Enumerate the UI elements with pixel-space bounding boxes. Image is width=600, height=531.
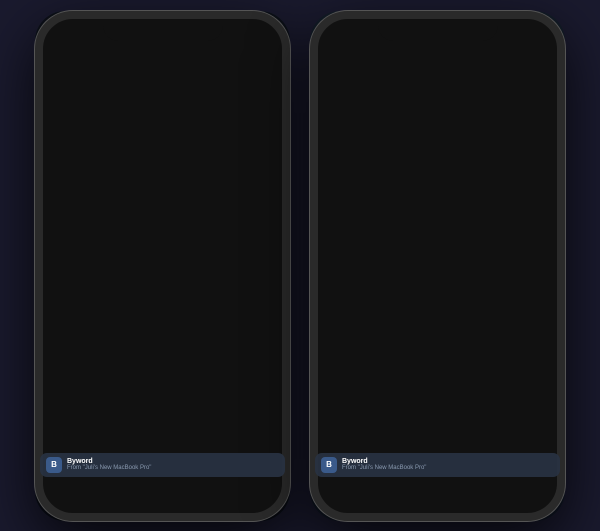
calendar-icon-right bbox=[324, 385, 346, 407]
tab-store-icon-right: 🅰 bbox=[462, 485, 476, 505]
activity-icon-right bbox=[324, 315, 346, 337]
tab-face-gallery-right[interactable]: ◫ Face Gallery bbox=[374, 486, 438, 512]
byword-title-right: Byword bbox=[342, 458, 426, 465]
tab-store-label-right: App Store bbox=[454, 507, 485, 514]
passcode-icon-right bbox=[324, 204, 346, 226]
battery-icon-right: ▓ bbox=[541, 23, 547, 32]
app-switcher-area-left: 9:41 ▓ Watch Cellular › Brightness bbox=[35, 75, 290, 473]
wifi-icon-right: ▲ bbox=[528, 23, 537, 33]
left-phone-screen: 9:41 ▲ ▓ ‹ Watch bbox=[35, 11, 290, 521]
right-phone-screen: 9:41 ▲ ▓ ‹ Watch bbox=[310, 11, 565, 521]
tab-watch-icon-right: ⌚ bbox=[333, 486, 350, 503]
switcher-card-news-center-left[interactable]: iFixit Tests Sili... MacBook Pro K... Ju… bbox=[98, 139, 228, 409]
byword-bar-right[interactable]: B Byword From "Juli's New MacBook Pro" bbox=[315, 453, 560, 477]
nav-title-right: Watch bbox=[419, 49, 458, 64]
tab-app-store-right[interactable]: 🅰 App Store bbox=[438, 485, 502, 514]
tab-my-watch-right[interactable]: ⌚ My Watch bbox=[310, 486, 374, 512]
bottom-tabs-right: ⌚ My Watch ◫ Face Gallery 🅰 App Store 🔍 … bbox=[310, 477, 565, 521]
tab-gallery-label-right: Face Gallery bbox=[386, 505, 426, 512]
brightness-icon-right bbox=[324, 134, 346, 156]
breathe-icon-right bbox=[324, 350, 346, 372]
right-phone: 9:41 ▲ ▓ ‹ Watch bbox=[310, 11, 565, 521]
status-time-right: 9:41 bbox=[328, 22, 348, 33]
left-phone: 9:41 ▲ ▓ ‹ Watch bbox=[35, 11, 290, 521]
privacy-icon-right bbox=[324, 274, 346, 296]
tab-search-label-right: Search bbox=[522, 505, 544, 512]
article-text-right: Following the models, iFixit la version … bbox=[480, 80, 560, 218]
signal-icon-right bbox=[512, 24, 524, 31]
emergency-icon-right bbox=[324, 239, 346, 261]
cellular-icon-right bbox=[324, 99, 346, 121]
tab-watch-label-right: My Watch bbox=[326, 505, 357, 512]
tab-search-right[interactable]: 🔍 Search bbox=[501, 486, 565, 512]
status-bar-right: 9:41 ▲ ▓ bbox=[310, 11, 565, 39]
sounds-icon-right bbox=[324, 169, 346, 191]
nav-right-icon-right[interactable]: ↑ bbox=[529, 45, 553, 69]
nav-header-right: ‹ Watch ↑ bbox=[310, 39, 565, 75]
back-button-right[interactable]: ‹ bbox=[322, 51, 326, 63]
byword-subtitle-right: From "Juli's New MacBook Pro" bbox=[342, 465, 426, 471]
watch-logo-right bbox=[398, 49, 414, 65]
tab-gallery-icon-right: ◫ bbox=[399, 486, 412, 503]
status-icons-right: ▲ ▓ bbox=[512, 23, 547, 33]
byword-subtitle-left: From "Juli's New MacBook Pro" bbox=[67, 465, 151, 471]
byword-icon-left: B bbox=[46, 457, 62, 473]
byword-title-left: Byword bbox=[67, 458, 151, 465]
nav-title-area-right: Watch bbox=[398, 49, 458, 65]
byword-bar-left[interactable]: B Byword From "Juli's New MacBook Pro" bbox=[40, 453, 285, 477]
tab-search-icon-right: 🔍 bbox=[524, 486, 541, 503]
byword-icon-right: B bbox=[321, 457, 337, 473]
clock-icon-right bbox=[324, 420, 346, 442]
right-article-panel: Following the models, iFixit la version … bbox=[475, 75, 565, 477]
